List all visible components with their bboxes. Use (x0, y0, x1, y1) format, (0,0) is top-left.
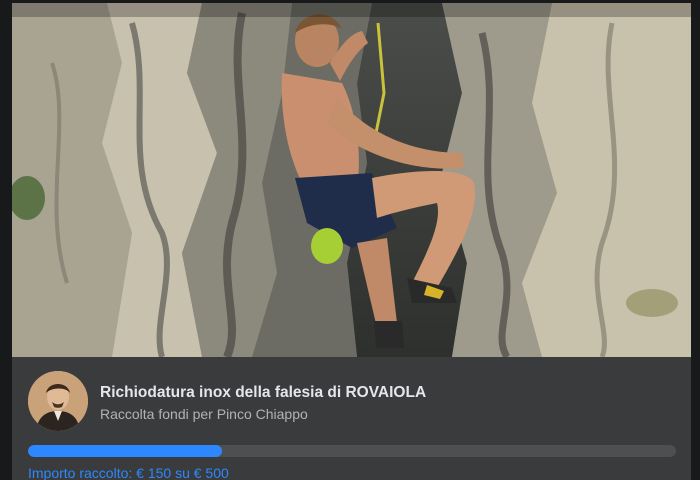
page-background: Richiodatura inox della falesia di ROVAI… (0, 0, 700, 480)
progress-bar (28, 445, 676, 457)
progress-bar-fill (28, 445, 223, 457)
fundraiser-subtitle: Raccolta fondi per Pinco Chiappo (100, 406, 308, 422)
fundraiser-info: Richiodatura inox della falesia di ROVAI… (12, 357, 691, 480)
avatar[interactable] (28, 371, 88, 431)
amount-raised-text: Importo raccolto: € 150 su € 500 (28, 465, 229, 480)
cover-photo[interactable] (12, 3, 691, 357)
fundraiser-card[interactable]: Richiodatura inox della falesia di ROVAI… (12, 3, 691, 480)
fundraiser-title[interactable]: Richiodatura inox della falesia di ROVAI… (100, 384, 426, 402)
